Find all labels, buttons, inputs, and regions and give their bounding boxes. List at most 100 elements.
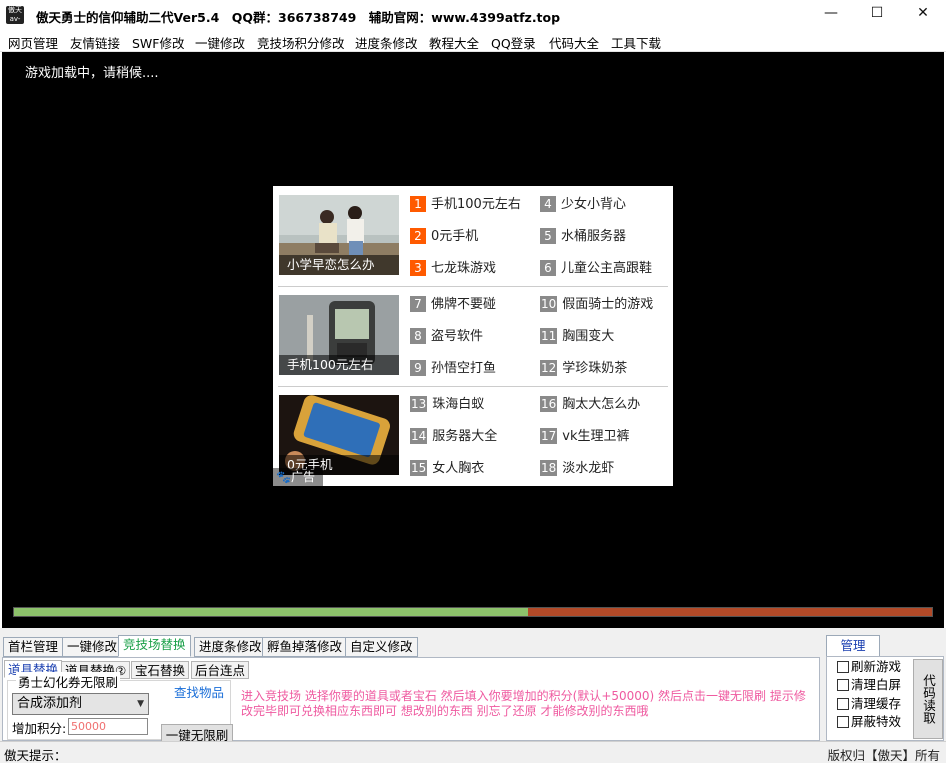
ad-link-label: 服务器大全 (432, 429, 498, 444)
ad-link-label: 七龙珠游戏 (431, 261, 497, 276)
control-panel: 首栏管理 一键修改 竞技场替换 进度条修改 孵鱼掉落修改 自定义修改 道具替换 … (0, 628, 946, 763)
manage-box: 刷新游戏 清理白屏 清理缓存 屏蔽特效 代码读取 (826, 656, 944, 741)
item-select-value: 合成添加剂 (17, 696, 83, 711)
rank-badge: 15 (410, 460, 428, 476)
ad-link-label: 胸围变大 (562, 329, 615, 344)
score-input[interactable]: 50000 (68, 718, 148, 735)
loading-progress-fill (14, 608, 529, 616)
ad-thumbnail[interactable]: 小学早恋怎么办 (279, 195, 399, 275)
menu-arena-points[interactable]: 竞技场积分修改 (257, 33, 345, 52)
ad-link[interactable]: 14 服务器大全 (410, 428, 497, 446)
checkbox-label: 清理白屏 (851, 677, 902, 692)
ad-panel[interactable]: 小学早恋怎么办 1 手机100元左右 4 少女小背心 2 0元手机 5 水桶服务器 3七… (273, 186, 673, 486)
tab-header-manage[interactable]: 首栏管理 (3, 637, 64, 657)
subtab-gem-replace[interactable]: 宝石替换 (131, 661, 190, 679)
tab-one-key-edit[interactable]: 一键修改 (62, 637, 123, 657)
ad-link-label: 淡水龙虾 (562, 461, 615, 476)
ad-link[interactable]: 4 少女小背心 (540, 196, 626, 214)
rank-badge: 1 (410, 196, 426, 212)
ad-row: 0元手机 13 珠海白蚁 16 胸太大怎么办 14 服务器大全 17 vk生理卫裤 15… (273, 386, 673, 486)
group-title: 勇士幻化券无限刷 (16, 672, 121, 691)
checkbox-icon (837, 716, 849, 728)
manage-panel: 管理 刷新游戏 清理白屏 清理缓存 屏蔽特效 代码读取 (826, 628, 946, 741)
rank-badge: 4 (540, 196, 556, 212)
ad-link[interactable]: 12 学珍珠奶茶 (540, 360, 627, 378)
ad-row: 手机100元左右 7 佛牌不要碰 10 假面骑士的游戏 8 盗号软件 11 胸围变大 9… (273, 286, 673, 386)
ad-link[interactable]: 9 孙悟空打鱼 (410, 360, 496, 378)
menu-code-library[interactable]: 代码大全 (549, 33, 599, 52)
close-button[interactable]: ✕ (900, 0, 946, 28)
ad-link[interactable]: 16 胸太大怎么办 (540, 396, 640, 414)
ad-thumbnail[interactable]: 0元手机 (279, 395, 399, 475)
checkbox-icon (837, 698, 849, 710)
rank-badge: 7 (410, 296, 426, 312)
minimize-button[interactable]: — (808, 0, 854, 28)
tab-arena-replace[interactable]: 竞技场替换 (118, 635, 191, 657)
game-viewport[interactable]: 游戏加载中，请稍候.... 小学早恋怎么办 1 手机100元左右 4 少女小背心… (2, 52, 944, 628)
rank-badge: 2 (410, 228, 426, 244)
block-effects-checkbox[interactable]: 屏蔽特效 (837, 714, 901, 730)
menu-one-key-edit[interactable]: 一键修改 (195, 33, 245, 52)
menu-bar: 网页管理 友情链接 SWF修改 一键修改 竞技场积分修改 进度条修改 教程大全 … (0, 30, 946, 52)
status-bar: 傲天提示： 版权归【傲天】所有 (0, 741, 946, 763)
rank-badge: 5 (540, 228, 556, 244)
menu-tool-download[interactable]: 工具下载 (611, 33, 661, 52)
ad-link-label: 珠海白蚁 (432, 397, 485, 412)
clear-cache-checkbox[interactable]: 清理缓存 (837, 696, 901, 712)
ad-badge-label: 广告 (290, 470, 315, 484)
tab-custom-edit[interactable]: 自定义修改 (345, 637, 418, 657)
ad-link[interactable]: 3 七龙珠游戏 (410, 260, 496, 278)
ad-link-label: 学珍珠奶茶 (562, 361, 628, 376)
item-select[interactable]: 合成添加剂 ▼ (12, 693, 149, 715)
menu-progress-edit[interactable]: 进度条修改 (355, 33, 418, 52)
ad-link-label: 胸太大怎么办 (562, 397, 641, 412)
tab-fish-drop-edit[interactable]: 孵鱼掉落修改 (262, 637, 348, 657)
ad-link[interactable]: 11 胸围变大 (540, 328, 614, 346)
menu-friend-links[interactable]: 友情链接 (70, 33, 120, 52)
tab-progress-edit[interactable]: 进度条修改 (194, 637, 267, 657)
ad-link[interactable]: 7 佛牌不要碰 (410, 296, 496, 314)
ad-badge[interactable]: 🐾广告 (273, 468, 323, 486)
window-title: 傲天勇士的信仰辅助二代Ver5.4 QQ群：366738749 辅助官网：www… (36, 10, 561, 25)
ad-link-label: 儿童公主高跟鞋 (561, 261, 653, 276)
find-item-link[interactable]: 查找物品 (174, 682, 224, 701)
title-bar: 傲天 av-tian 傲天勇士的信仰辅助二代Ver5.4 QQ群：36673874… (0, 0, 946, 32)
menu-tutorials[interactable]: 教程大全 (429, 33, 479, 52)
arena-replace-panel: 道具替换 道具替换② 宝石替换 后台连点 勇士幻化券无限刷 查找物品 合成添加剂… (2, 657, 820, 748)
loading-progress-bar (13, 607, 933, 617)
ad-thumbnail[interactable]: 手机100元左右 (279, 295, 399, 375)
tab-manage[interactable]: 管理 (826, 635, 880, 657)
ad-row: 小学早恋怎么办 1 手机100元左右 4 少女小背心 2 0元手机 5 水桶服务器 3七… (273, 186, 673, 286)
rank-badge: 17 (540, 428, 558, 444)
menu-web-manage[interactable]: 网页管理 (8, 33, 58, 52)
ad-link[interactable]: 6 儿童公主高跟鞋 (540, 260, 652, 278)
ad-link[interactable]: 17 vk生理卫裤 (540, 428, 630, 446)
rank-badge: 16 (540, 396, 558, 412)
paw-icon: 🐾 (276, 470, 291, 484)
ad-link-label: 水桶服务器 (561, 229, 627, 244)
ad-link[interactable]: 1 手机100元左右 (410, 196, 521, 214)
ad-link-label: vk生理卫裤 (562, 429, 630, 444)
ad-link[interactable]: 15 女人胸衣 (410, 460, 484, 478)
ad-link[interactable]: 10 假面骑士的游戏 (540, 296, 653, 314)
rank-badge: 12 (540, 360, 558, 376)
ad-link[interactable]: 5 水桶服务器 (540, 228, 626, 246)
ad-link[interactable]: 2 0元手机 (410, 228, 478, 246)
refresh-game-checkbox[interactable]: 刷新游戏 (837, 659, 901, 675)
rank-badge: 10 (540, 296, 558, 312)
rank-badge: 8 (410, 328, 426, 344)
subtab-auto-click[interactable]: 后台连点 (191, 661, 250, 679)
checkbox-label: 清理缓存 (851, 696, 902, 711)
ad-link[interactable]: 18 淡水龙虾 (540, 460, 614, 478)
menu-qq-login[interactable]: QQ登录 (491, 33, 536, 52)
ad-link[interactable]: 8 盗号软件 (410, 328, 483, 346)
clear-white-screen-checkbox[interactable]: 清理白屏 (837, 677, 901, 693)
rank-badge: 11 (540, 328, 558, 344)
ad-link[interactable]: 13 珠海白蚁 (410, 396, 484, 414)
app-logo-icon: 傲天 av-tian (6, 6, 24, 32)
ad-thumbnail-caption: 手机100元左右 (279, 355, 399, 375)
maximize-button[interactable]: ☐ (854, 0, 900, 28)
read-code-button[interactable]: 代码读取 (913, 659, 943, 739)
menu-swf-edit[interactable]: SWF修改 (132, 33, 184, 52)
ad-thumbnail-caption: 小学早恋怎么办 (279, 255, 399, 275)
